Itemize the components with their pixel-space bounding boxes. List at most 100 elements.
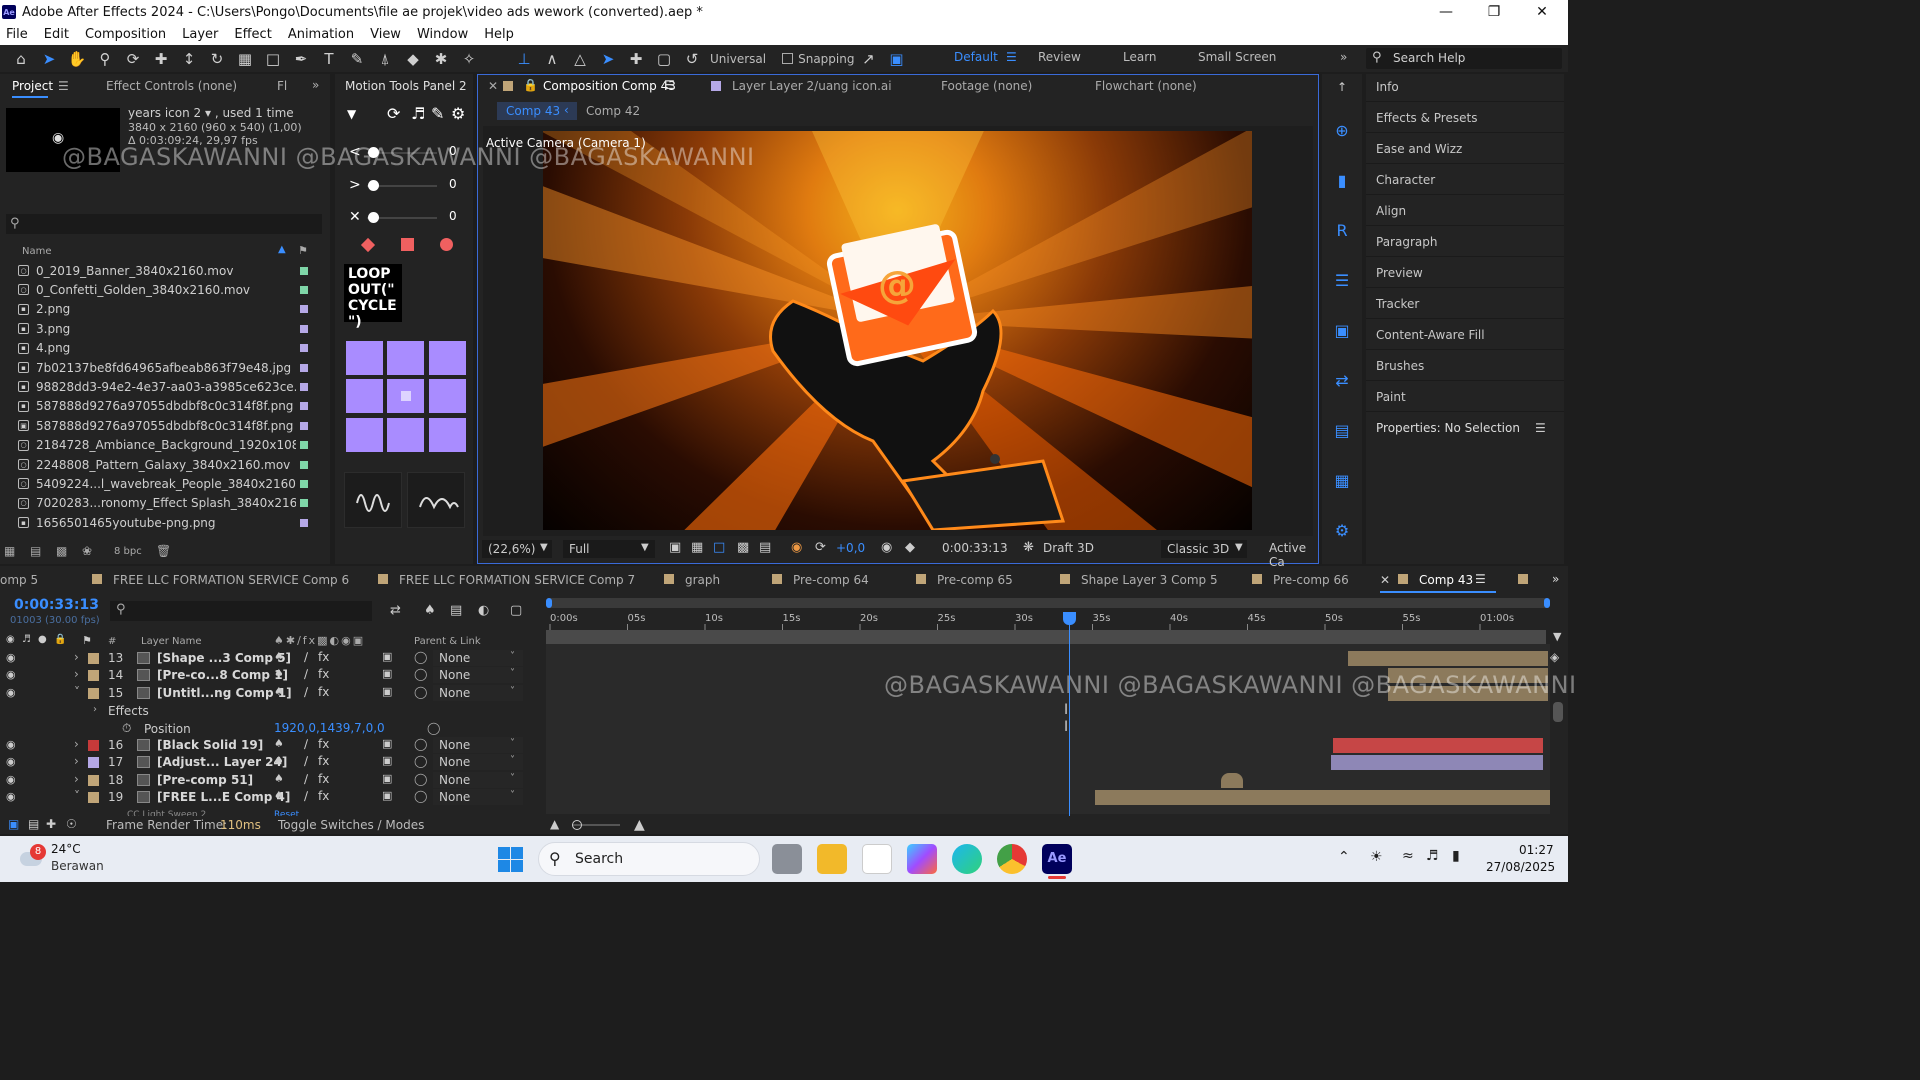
column-parent-link[interactable]: Parent & Link [414, 636, 481, 647]
label-color-swatch[interactable] [300, 402, 308, 411]
info-small-icon[interactable]: ↑ [1337, 80, 1347, 94]
eye-icon[interactable]: ◉ [6, 790, 16, 803]
show-snapshot-icon[interactable]: ◆ [905, 540, 915, 555]
brush-tool-icon[interactable]: ✎ [346, 48, 368, 70]
bell-icon[interactable]: ♬ [411, 104, 425, 123]
anchor-grid-cell[interactable] [346, 341, 383, 375]
axis-view-icon[interactable]: △ [569, 48, 591, 70]
project-item[interactable]: ▪ 98828dd3-94e2-4e37-aa03-a3985ce623ce.jp… [18, 377, 318, 396]
layer-row[interactable]: ◉ › 16 [Black Solid 19] ♠ ∕ fx ▣ ◯ None ˅ [0, 737, 545, 754]
shy-switch-icon[interactable]: ♠ [274, 650, 284, 663]
close-tab-icon[interactable]: ✕ [1380, 573, 1390, 587]
frame-blending-icon[interactable]: ▤ [450, 603, 462, 618]
layer-row[interactable]: ◉ › 13 [Shape ...3 Comp 5] ♠ ∕ fx ▣ ◯ None ˅ [0, 650, 545, 667]
volume-icon[interactable]: ♬ [1426, 848, 1439, 864]
panel-align[interactable]: Align [1376, 204, 1406, 218]
tab-layer[interactable]: Layer Layer 2/uang icon.ai [732, 79, 892, 93]
home-icon[interactable]: ⌂ [10, 48, 32, 70]
pan-tool-icon[interactable]: ✚ [150, 48, 172, 70]
tab-footage[interactable]: Footage (none) [941, 79, 1032, 93]
pen-tool-icon[interactable]: ✒ [290, 48, 312, 70]
wifi-icon[interactable]: ≈ [1402, 848, 1414, 864]
anchor-grid-cell[interactable] [387, 418, 424, 452]
timeline-menu-icon[interactable]: ☰ [1475, 572, 1486, 586]
layer-duration-bar[interactable] [1331, 755, 1543, 770]
project-item[interactable]: ▪ 587888d9276a97055dbdbf8c0c314f8f.png [18, 397, 318, 416]
snapping-checkbox[interactable] [782, 53, 794, 64]
chrome-icon[interactable] [997, 844, 1027, 874]
timeline-tab[interactable]: Comp 43 [1419, 573, 1473, 587]
microsoft-store-icon[interactable] [862, 844, 892, 874]
chevron-right-icon[interactable]: › [74, 754, 79, 768]
graph-editor-icon[interactable]: ▢ [510, 603, 522, 618]
zoom-tool-icon[interactable]: ⚲ [94, 48, 116, 70]
label-color-swatch[interactable] [300, 324, 308, 333]
roto-tool-icon[interactable]: ✱ [430, 48, 452, 70]
vertical-scrollbar[interactable] [1553, 702, 1563, 722]
eye-icon[interactable]: ◉ [6, 738, 16, 751]
comp-marker-icon[interactable]: ▼ [1553, 630, 1561, 643]
search-help-field[interactable]: ⚲ Search Help [1366, 48, 1562, 69]
grid-blocks-icon[interactable]: ▦ [1331, 469, 1353, 491]
fx-switch-icon[interactable]: fx [318, 789, 329, 803]
anchor-grid-cell[interactable] [387, 379, 424, 413]
quality-switch-icon[interactable]: ∕ [304, 650, 308, 664]
mask-visibility-icon[interactable]: □ [713, 540, 725, 555]
preview-name[interactable]: years icon 2 ▾ , used 1 time [128, 106, 294, 120]
snapshot-camera-icon[interactable]: ◉ [881, 540, 892, 555]
timeline-tab[interactable]: Pre-comp 66 [1273, 573, 1349, 587]
shy-switch-icon[interactable]: ♠ [274, 772, 284, 785]
playhead-line[interactable] [1069, 612, 1070, 817]
slider-handle[interactable] [368, 180, 379, 191]
label-color-swatch[interactable] [300, 363, 308, 372]
project-item[interactable]: ▪ 7b02137be8fd64965afbeab863f79e48.jpg [18, 358, 318, 377]
playhead-handle[interactable] [1063, 612, 1076, 625]
taskbar-search[interactable]: ⚲ Search [538, 842, 760, 876]
rotate-gizmo-icon[interactable]: ↺ [681, 48, 703, 70]
switches-header-icon[interactable]: ♠✱∕fx▩◐◉▣ [274, 634, 365, 647]
toggle-switches-modes[interactable]: Toggle Switches / Modes [278, 818, 424, 832]
video-toggle-icon[interactable]: ◉ [6, 634, 15, 645]
workspace-menu-icon[interactable]: ☰ [1006, 50, 1017, 64]
brainstorm-icon[interactable]: ☉ [66, 817, 77, 831]
label-color-swatch[interactable] [88, 670, 99, 681]
panel-character[interactable]: Character [1376, 173, 1435, 187]
chevron-down-icon[interactable]: ˅ [74, 685, 80, 699]
breadcrumb-active[interactable]: Comp 43 ‹ [497, 102, 577, 120]
project-settings-icon[interactable]: ❀ [82, 544, 92, 558]
shy-switch-icon[interactable]: ♠ [274, 754, 284, 767]
weather-icon[interactable]: 8 [18, 842, 46, 870]
panel-ease-and-wizz[interactable]: Ease and Wizz [1376, 142, 1462, 156]
menu-layer[interactable]: Layer [182, 27, 218, 42]
chevron-right-icon[interactable]: › [74, 650, 79, 664]
anchor-grid-cell[interactable] [346, 379, 383, 413]
chevron-right-icon[interactable]: › [74, 772, 79, 786]
menu-composition[interactable]: Composition [85, 27, 166, 42]
eye-icon[interactable]: ◉ [6, 773, 16, 786]
3d-layer-icon[interactable]: ▣ [382, 737, 392, 750]
project-item[interactable]: ▪ 4.png [18, 339, 318, 358]
comp-canvas[interactable]: @ [543, 131, 1252, 530]
project-item[interactable]: ○ 7020283...ronomy_Effect Splash_3840x216… [18, 494, 318, 513]
label-color-swatch[interactable] [300, 421, 308, 430]
pickwhip-icon[interactable]: ◯ [427, 721, 440, 735]
project-item[interactable]: ○ 2184728_Ambiance_Background_1920x1080.m… [18, 436, 318, 455]
zoom-out-icon[interactable]: ▲ [550, 817, 559, 831]
motion-blur-icon[interactable]: ◐ [478, 603, 489, 618]
layer-row[interactable]: ◉ › 17 [Adjust... Layer 24] ♠ ∕ fx ▣ ◯ None ˅ [0, 754, 545, 771]
shy-switch-icon[interactable]: ♠ [274, 789, 284, 802]
move-icon[interactable]: ✚ [625, 48, 647, 70]
dolly-tool-icon[interactable]: ↕ [178, 48, 200, 70]
universal-select-icon[interactable]: ➤ [597, 48, 619, 70]
keyframe-circle-icon[interactable] [440, 238, 453, 251]
transparency-grid-icon[interactable]: ▦ [691, 540, 703, 555]
layer-name[interactable]: [Pre-comp 51] [157, 773, 253, 787]
reset-exposure-icon[interactable]: ⟳ [815, 540, 826, 555]
label-color-swatch[interactable] [88, 775, 99, 786]
menu-effect[interactable]: Effect [234, 27, 271, 42]
sort-ascending-icon[interactable]: ▲ [278, 244, 286, 255]
delete-icon[interactable]: 🗑 [156, 544, 171, 558]
close-comp-icon[interactable]: ✕ [488, 79, 498, 93]
project-item[interactable]: ○ 5409224...l_wavebreak_People_3840x2160.… [18, 474, 318, 493]
layers-icon[interactable]: ▤ [1331, 419, 1353, 441]
